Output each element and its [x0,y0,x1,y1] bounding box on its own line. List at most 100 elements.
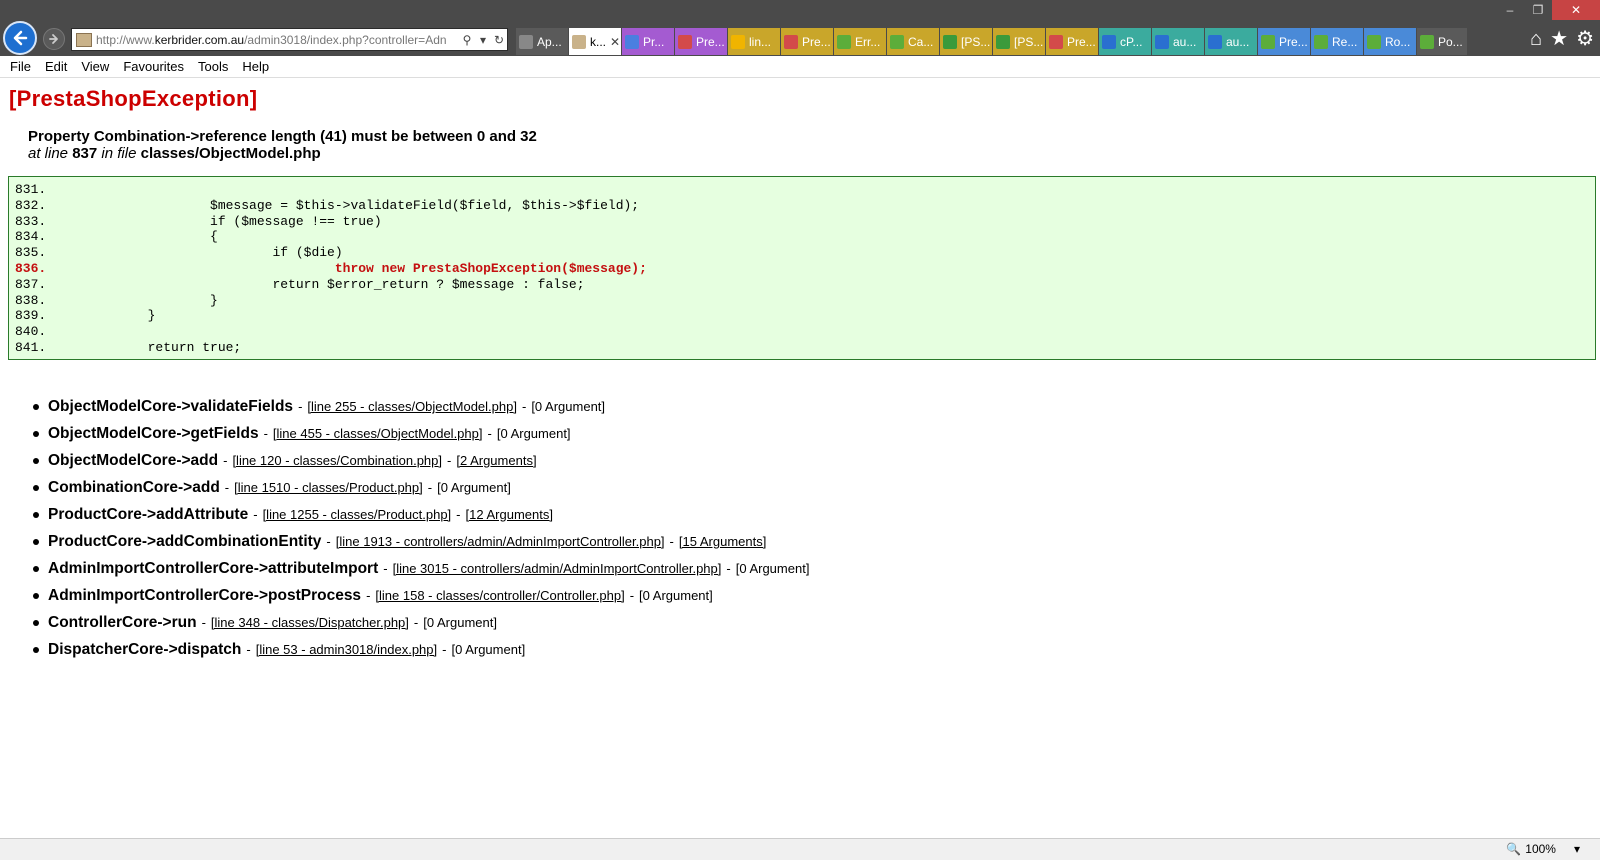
search-icon[interactable]: ⚲ [459,33,475,47]
trace-arguments-link[interactable]: [2 Arguments] [456,453,536,468]
menu-item-file[interactable]: File [10,59,31,74]
menu-item-edit[interactable]: Edit [45,59,67,74]
code-line: 831. [15,182,47,197]
trace-item: ObjectModelCore->add - [line 120 - classes… [32,447,809,474]
menu-item-help[interactable]: Help [242,59,269,74]
trace-location-link[interactable]: [line 1913 - controllers/admin/AdminImpo… [336,534,665,549]
trace-location-link[interactable]: [line 455 - classes/ObjectModel.php] [273,426,483,441]
tab-favicon-icon [1367,34,1381,49]
trace-separator: - [427,480,433,495]
tab-favicon-icon [572,34,586,49]
browser-tab[interactable]: Ap... [516,28,568,55]
restore-icon[interactable]: ❐ [1524,0,1552,20]
browser-tab[interactable]: lin... [728,28,780,55]
refresh-icon[interactable]: ↻ [491,33,507,47]
favorites-star-icon[interactable]: ★ [1550,28,1568,50]
code-line-error: 836. throw new PrestaShopException($mess… [15,260,647,276]
browser-tab[interactable]: [PS... [993,28,1045,55]
browser-tab[interactable]: k... ✕ [569,28,621,55]
trace-location-link[interactable]: [line 255 - classes/ObjectModel.php] [307,399,517,414]
trace-function: ProductCore->addAttribute [48,505,249,523]
tab-label: lin... [749,34,772,49]
trace-separator: - [442,642,447,657]
trace-location-link[interactable]: [line 3015 - controllers/admin/AdminImpo… [393,561,722,576]
trace-item: DispatcherCore->dispatch - [line 53 - admi… [32,636,809,663]
tab-favicon-icon [519,34,533,49]
trace-separator: - [326,534,331,549]
arrow-left-icon [13,30,28,46]
settings-gear-icon[interactable]: ⚙ [1576,28,1594,50]
tab-strip: Ap... k... ✕ Pr... Pre... lin... Pre... Err... C… [516,28,1468,55]
code-line: 838. } [15,292,218,308]
trace-location-link[interactable]: [line 53 - admin3018/index.php] [256,642,437,657]
browser-tab[interactable]: au... [1152,28,1204,55]
trace-arguments: [0 Argument] [451,642,526,657]
browser-tab[interactable]: Pre... [1046,28,1098,55]
trace-separator: - [413,615,419,630]
browser-tab[interactable]: Pr... [622,28,674,55]
zoom-dropdown-icon[interactable]: ▾ [1574,842,1580,856]
code-excerpt: 831. 832. $message = $this->validateField… [8,176,1596,360]
browser-tab[interactable]: Err... [834,28,886,55]
trace-separator: - [456,507,461,522]
browser-tab[interactable]: Ca... [887,28,939,55]
forward-button[interactable] [43,28,65,50]
tab-label: Pre... [1067,34,1096,49]
dropdown-arrow-icon[interactable]: ▾ [475,33,491,47]
window-controls: – ❐ ✕ [1496,0,1600,20]
trace-location-link[interactable]: [line 1255 - classes/Product.php] [263,507,452,522]
browser-tab[interactable]: Re... [1311,28,1363,55]
tab-label: Po... [1438,34,1463,49]
trace-location-link[interactable]: [line 120 - classes/Combination.php] [232,453,442,468]
browser-tab[interactable]: Pre... [675,28,727,55]
trace-separator: - [521,399,527,414]
browser-tab[interactable]: cP... [1099,28,1151,55]
address-url[interactable]: http://www.kerbrider.com.au/admin3018/in… [96,33,459,47]
tab-favicon-icon [784,34,798,49]
tab-favicon-icon [1208,34,1222,49]
trace-item: ControllerCore->run - [line 348 - classes/… [32,609,809,636]
trace-arguments: [0 Argument] [531,399,606,414]
trace-separator: - [629,588,635,603]
tab-label: Ca... [908,34,934,49]
menu-bar: File Edit View Favourites Tools Help [0,56,1600,78]
browser-tab[interactable]: Pre... [781,28,833,55]
back-button[interactable] [3,21,37,55]
browser-tab[interactable]: Po... [1417,28,1467,55]
tab-favicon-icon [996,34,1010,49]
trace-separator: - [487,426,492,441]
tab-favicon-icon [625,34,639,49]
tab-favicon-icon [1102,34,1116,49]
browser-tab[interactable]: au... [1205,28,1257,55]
error-message: Property Combination->reference length (… [28,128,537,145]
minimize-icon[interactable]: – [1496,0,1524,20]
trace-arguments: [0 Argument] [423,615,497,630]
browser-tab[interactable]: [PS... [940,28,992,55]
code-line: 839. } [15,308,156,324]
tab-label: Pr... [643,34,665,49]
trace-item: CombinationCore->add - [line 1510 - classe… [32,474,809,501]
arrow-right-icon [49,34,58,44]
trace-arguments: [0 Argument] [496,426,571,441]
trace-separator: - [253,507,258,522]
stack-trace: ObjectModelCore->validateFields - [line 25… [32,393,809,663]
address-bar[interactable]: http://www.kerbrider.com.au/admin3018/in… [71,28,508,51]
exception-title: [PrestaShopException] [9,86,258,111]
browser-tab[interactable]: Pre... [1258,28,1310,55]
close-tab-icon[interactable]: ✕ [610,35,620,49]
zoom-control[interactable]: 🔍 100% ▾ [1506,842,1580,856]
browser-tab[interactable]: Ro... [1364,28,1416,55]
home-icon[interactable]: ⌂ [1530,28,1542,50]
trace-separator: - [669,534,674,549]
menu-item-view[interactable]: View [81,59,109,74]
close-window-icon[interactable]: ✕ [1552,0,1600,20]
trace-separator: - [383,561,388,576]
menu-item-favourites[interactable]: Favourites [123,59,184,74]
trace-arguments-link[interactable]: [15 Arguments] [679,534,766,549]
trace-arguments-link[interactable]: [12 Arguments] [466,507,553,522]
menu-item-tools[interactable]: Tools [198,59,228,74]
trace-location-link[interactable]: [line 1510 - classes/Product.php] [234,480,423,495]
trace-location-link[interactable]: [line 158 - classes/controller/Controlle… [375,588,624,603]
trace-location-link[interactable]: [line 348 - classes/Dispatcher.php] [211,615,409,630]
trace-arguments: [0 Argument] [437,480,511,495]
